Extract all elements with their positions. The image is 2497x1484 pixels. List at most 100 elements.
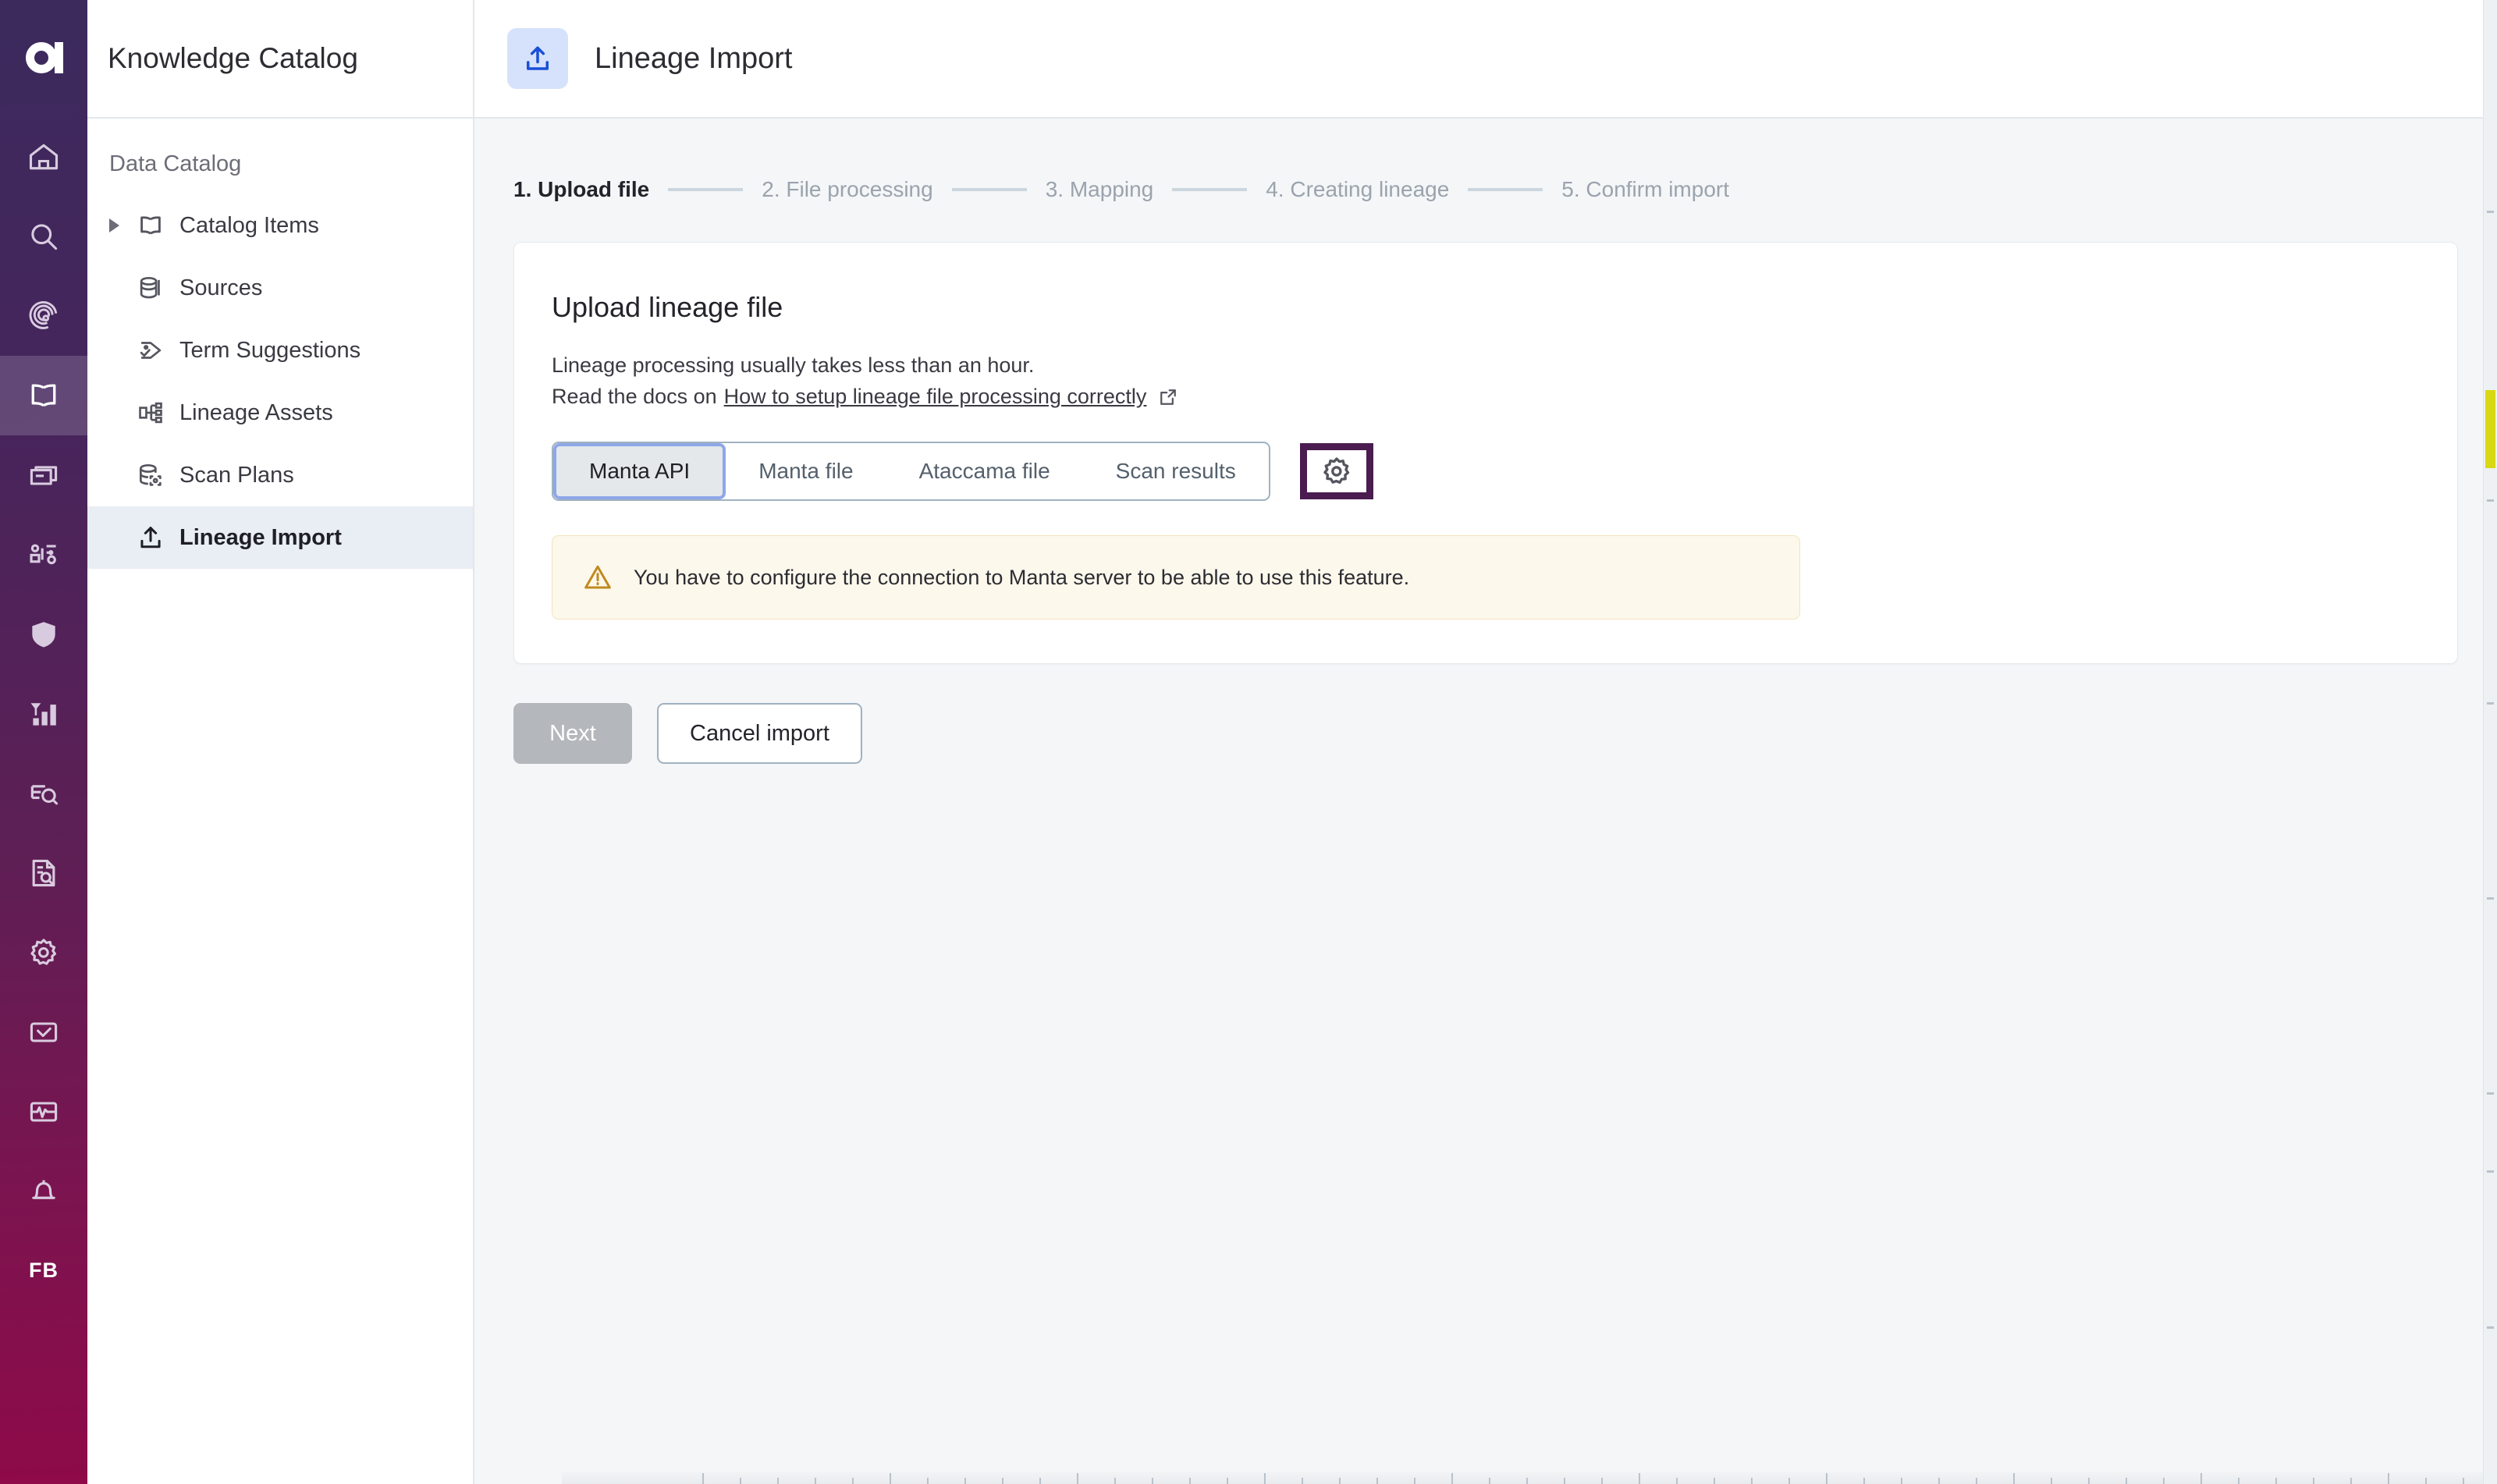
sidebar-item-label: Lineage Assets: [179, 400, 333, 426]
bar-chart-icon: [27, 697, 61, 731]
bell-icon: [27, 1174, 61, 1209]
ruler-tick: [815, 1478, 816, 1484]
rail-item-search[interactable]: [0, 197, 87, 276]
shield-icon: [27, 617, 61, 651]
sidebar-item-term-suggestions[interactable]: Term Suggestions: [87, 319, 473, 382]
ruler-tick: [2238, 1478, 2239, 1484]
sidebar-title: Knowledge Catalog: [108, 42, 358, 75]
rail-item-dq-monitoring[interactable]: [0, 276, 87, 356]
rail-item-reports[interactable]: [0, 674, 87, 754]
rail-item-audit[interactable]: [0, 833, 87, 913]
org-chart-icon: [27, 538, 61, 572]
source-type-tab-row: Manta API Manta file Ataccama file Scan …: [552, 442, 2420, 501]
manta-settings-button[interactable]: [1300, 443, 1373, 499]
minimap-tick: [2487, 897, 2494, 900]
rail-item-home[interactable]: [0, 117, 87, 197]
minimap-tick: [2487, 702, 2494, 705]
horizontal-ruler-strip[interactable]: [562, 1472, 2497, 1484]
rail-item-metadata-model[interactable]: [0, 515, 87, 595]
docs-line: Read the docs on How to setup lineage fi…: [552, 385, 2420, 409]
ruler-tick: [1451, 1473, 1453, 1484]
tag-check-icon: [136, 335, 179, 365]
tab-scan-results[interactable]: Scan results: [1083, 443, 1269, 499]
ruler-tick: [2463, 1478, 2464, 1484]
tab-ataccama-file[interactable]: Ataccama file: [886, 443, 1083, 499]
upload-icon: [136, 523, 179, 552]
sidebar-item-lineage-assets[interactable]: Lineage Assets: [87, 382, 473, 444]
main-content: Lineage Import 1. Upload file 2. File pr…: [474, 0, 2497, 1484]
gear-icon: [1320, 455, 1353, 488]
page-header-icon: [507, 28, 568, 89]
scan-database-icon: [136, 460, 179, 490]
ruler-tick: [964, 1478, 966, 1484]
ruler-tick: [2275, 1478, 2277, 1484]
warning-text: You have to configure the connection to …: [634, 566, 1409, 590]
tab-manta-file[interactable]: Manta file: [726, 443, 886, 499]
vertical-minimap-scrollbar[interactable]: [2483, 0, 2497, 1484]
external-link-icon[interactable]: [1157, 386, 1179, 408]
rail-item-knowledge-catalog[interactable]: [0, 356, 87, 435]
app-logo[interactable]: [0, 0, 87, 117]
ruler-tick: [702, 1473, 704, 1484]
warning-triangle-icon: [582, 562, 616, 593]
ruler-tick: [2388, 1473, 2389, 1484]
sidebar-item-lineage-import[interactable]: Lineage Import: [87, 506, 473, 569]
step-connector: [952, 188, 1027, 191]
step-connector: [1172, 188, 1247, 191]
sidebar-item-sources[interactable]: Sources: [87, 257, 473, 319]
ruler-tick: [1376, 1478, 1378, 1484]
docs-link[interactable]: How to setup lineage file processing cor…: [724, 385, 1147, 409]
ruler-tick: [852, 1478, 854, 1484]
ruler-tick: [2313, 1478, 2314, 1484]
next-button[interactable]: Next: [513, 703, 632, 764]
docs-lead-text: Read the docs on: [552, 385, 717, 409]
user-avatar[interactable]: FB: [0, 1231, 87, 1309]
ruler-tick: [2013, 1473, 2015, 1484]
rail-item-monitoring[interactable]: [0, 1072, 87, 1152]
page-title: Lineage Import: [595, 42, 793, 76]
step-4-creating-lineage[interactable]: 4. Creating lineage: [1266, 177, 1449, 202]
ruler-tick: [2350, 1478, 2352, 1484]
step-1-upload-file[interactable]: 1. Upload file: [513, 177, 649, 202]
gear-icon: [27, 935, 61, 970]
ruler-tick: [2200, 1473, 2202, 1484]
database-icon: [136, 273, 179, 303]
step-3-mapping[interactable]: 3. Mapping: [1046, 177, 1154, 202]
ruler-tick: [2088, 1478, 2090, 1484]
folders-icon: [27, 458, 61, 492]
book-icon: [136, 211, 179, 240]
sidebar-nav-list: Catalog Items Sources Term Suggestions: [87, 194, 473, 569]
ruler-tick: [2163, 1478, 2165, 1484]
sidebar-item-scan-plans[interactable]: Scan Plans: [87, 444, 473, 506]
radar-icon: [27, 299, 61, 333]
rail-item-tasks[interactable]: [0, 992, 87, 1072]
sidebar-item-label: Catalog Items: [179, 213, 319, 239]
rail-items: [0, 117, 87, 1231]
minimap-tick: [2487, 1326, 2494, 1329]
step-2-file-processing[interactable]: 2. File processing: [762, 177, 932, 202]
rail-item-projects[interactable]: [0, 435, 87, 515]
wizard-actions: Next Cancel import: [513, 703, 2497, 764]
rail-item-data-stories[interactable]: [0, 754, 87, 833]
expand-caret-icon[interactable]: [109, 218, 136, 233]
page-header: Lineage Import: [474, 0, 2497, 119]
activity-monitor-icon: [27, 1095, 61, 1129]
check-box-icon: [27, 1015, 61, 1049]
card-title: Upload lineage file: [552, 291, 2420, 324]
tab-manta-api[interactable]: Manta API: [553, 443, 726, 499]
step-5-confirm-import[interactable]: 5. Confirm import: [1561, 177, 1729, 202]
rail-item-notifications[interactable]: [0, 1152, 87, 1231]
rail-item-policies[interactable]: [0, 595, 87, 674]
ruler-tick: [777, 1478, 779, 1484]
ruler-tick: [1526, 1478, 1528, 1484]
rail-item-settings[interactable]: [0, 913, 87, 992]
sidebar-item-catalog-items[interactable]: Catalog Items: [87, 194, 473, 257]
main-body: 1. Upload file 2. File processing 3. Map…: [474, 119, 2497, 1484]
cancel-import-button[interactable]: Cancel import: [657, 703, 862, 764]
ruler-tick: [1863, 1478, 1865, 1484]
ruler-tick: [1938, 1478, 1940, 1484]
ruler-tick: [1152, 1478, 1153, 1484]
ruler-tick: [1714, 1478, 1715, 1484]
home-icon: [27, 140, 61, 174]
step-connector: [1468, 188, 1543, 191]
